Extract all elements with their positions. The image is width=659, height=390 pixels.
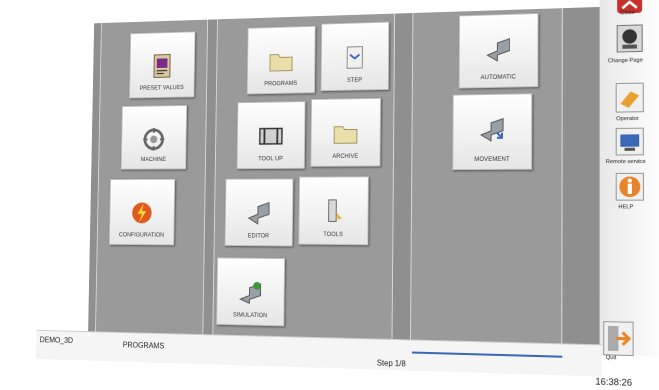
archive-folder-icon [331,119,360,149]
editor-icon [245,199,273,228]
tile-label: PROGRAMS [264,81,298,88]
tile-label: MACHINE [140,157,166,163]
screen-frame: PRESET VALUES MACHINE CONFIGURATION PROG… [0,0,659,390]
tile-label: AUTOMATIC [480,74,517,82]
quit-button[interactable] [602,320,636,358]
preset-values-icon [149,52,176,81]
tile-tool-up[interactable]: TOOL UP [236,101,306,170]
clock: 16:38:26 [595,376,633,388]
tool-up-icon [257,122,285,151]
tile-simulation[interactable]: SIMULATION [216,257,286,327]
tile-label: EDITOR [247,233,270,240]
change-page-icon [614,22,645,55]
tile-preset-values[interactable]: PRESET VALUES [129,31,196,99]
machine-icon [140,125,167,154]
tools-icon [319,197,342,226]
remote-service-button[interactable] [614,126,645,157]
step-icon [340,43,369,73]
operator-icon [614,81,645,114]
folder-icon [267,46,295,75]
tile-label: ARCHIVE [332,153,359,160]
tile-label: STEP [346,77,363,84]
quit-icon [602,320,636,358]
help-button[interactable] [614,171,645,202]
tile-programs[interactable]: PROGRAMS [246,25,316,95]
control-screen: PRESET VALUES MACHINE CONFIGURATION PROG… [35,0,659,390]
page-name: PROGRAMS [122,340,165,351]
help-icon [614,171,645,202]
tile-archive[interactable]: ARCHIVE [310,97,382,167]
remote-service-icon [614,126,645,157]
simulation-icon [236,278,264,308]
change-page-button[interactable] [614,22,645,55]
tile-label: PRESET VALUES [139,85,184,92]
machine-name: DEMO_3D [39,335,74,345]
tile-editor[interactable]: EDITOR [224,178,294,247]
tile-label: TOOLS [323,232,343,239]
operator-label: Operator [616,115,639,123]
tile-label: SIMULATION [232,312,268,320]
tile-movement[interactable]: MOVEMENT [452,93,533,171]
change-page-label: Change Page [607,57,643,65]
help-label: HELP [618,204,634,211]
remote-service-label: Remote service [605,158,646,166]
tile-label: CONFIGURATION [118,232,165,239]
tile-tools[interactable]: TOOLS [298,176,369,246]
tile-label: MOVEMENT [474,156,510,163]
tile-step[interactable]: STEP [320,21,390,92]
tile-automatic[interactable]: AUTOMATIC [458,12,539,89]
movement-icon [477,115,507,145]
automatic-icon [483,35,513,66]
operator-button[interactable] [614,81,645,114]
step-counter: Step 1/8 [376,358,406,369]
quit-label: Quit [605,354,617,362]
configuration-icon [132,202,152,224]
tile-machine[interactable]: MACHINE [120,104,188,170]
tile-label: TOOL UP [258,156,283,163]
close-label: Close [620,9,635,17]
tile-configuration[interactable]: CONFIGURATION [108,178,176,246]
